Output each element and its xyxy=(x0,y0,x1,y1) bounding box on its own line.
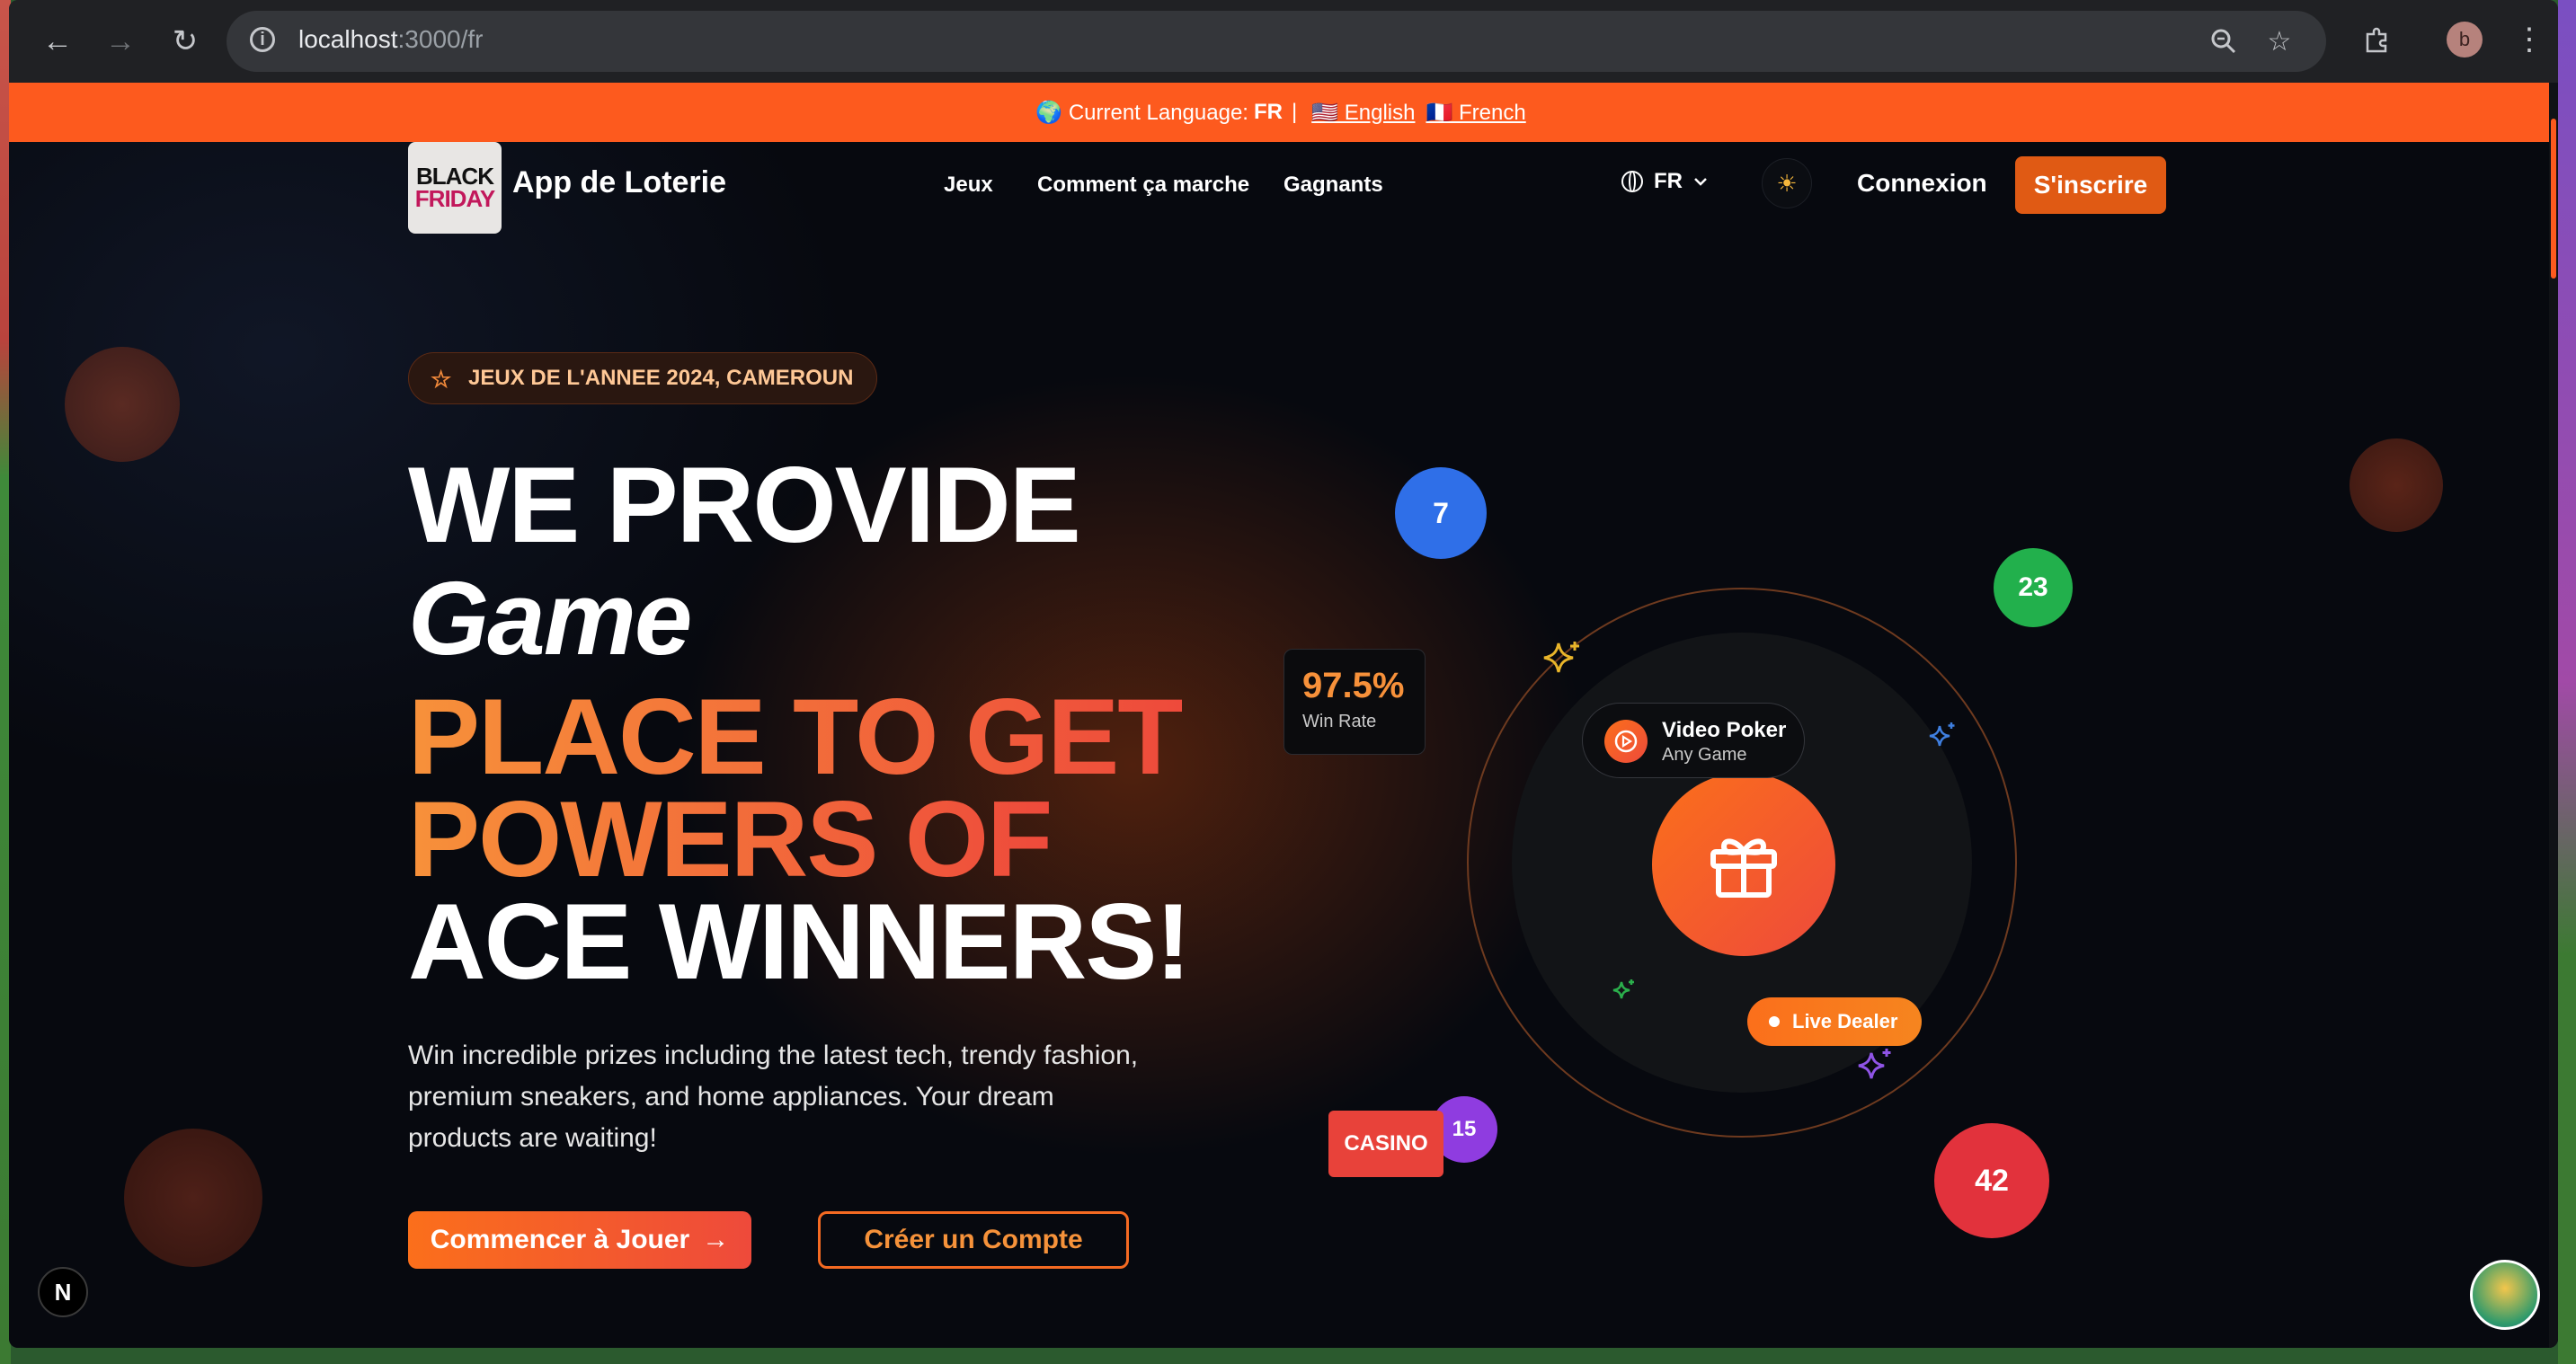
hero-title-line-5: ACE WINNERS! xyxy=(408,881,1191,1002)
forward-arrow-icon[interactable]: → xyxy=(95,16,146,66)
gift-icon xyxy=(1710,838,1777,898)
play-icon xyxy=(1604,720,1648,763)
lottery-ball-42: 42 xyxy=(1934,1123,2049,1238)
lottery-ball-7: 7 xyxy=(1395,467,1487,559)
sun-icon: ☀ xyxy=(1776,169,1798,197)
zoom-icon[interactable] xyxy=(2206,23,2242,59)
french-link[interactable]: 🇫🇷 French xyxy=(1426,100,1525,126)
star-icon: ☆ xyxy=(431,366,452,393)
sparkle-icon xyxy=(1543,642,1579,673)
browser-window: ← → ↻ i localhost:3000/fr ☆ b ⋮ 🌍 Curren… xyxy=(9,0,2558,1348)
web-page: 🌍 Current Language: FR | 🇺🇸 English 🇫🇷 F… xyxy=(9,83,2558,1348)
extensions-puzzle-icon[interactable] xyxy=(2357,20,2396,59)
current-language: FR xyxy=(1253,100,1283,124)
browser-menu-icon[interactable]: ⋮ xyxy=(2511,18,2547,61)
url-host: localhost xyxy=(298,25,398,53)
video-poker-subtitle: Any Game xyxy=(1662,745,1747,765)
live-dealer-label: Live Dealer xyxy=(1792,1010,1898,1032)
nav-link-how-it-works[interactable]: Comment ça marche xyxy=(1037,173,1249,198)
theme-toggle-button[interactable]: ☀ xyxy=(1762,158,1812,208)
language-bar-prefix: 🌍 Current Language: xyxy=(1035,100,1248,125)
nav-link-winners[interactable]: Gagnants xyxy=(1284,173,1383,198)
login-link[interactable]: Connexion xyxy=(1857,169,1987,198)
logo-text-friday: FRIDAY xyxy=(414,185,495,212)
win-rate-card: 97.5% Win Rate xyxy=(1284,649,1426,755)
lottery-ball-23: 23 xyxy=(1994,548,2073,627)
scrollbar-thumb[interactable] xyxy=(2551,119,2556,279)
video-poker-title: Video Poker xyxy=(1662,718,1787,742)
reload-icon[interactable]: ↻ xyxy=(160,16,210,66)
arrow-right-icon: → xyxy=(702,1225,730,1254)
nextjs-dev-badge[interactable]: N xyxy=(38,1267,88,1317)
language-selector[interactable]: FR xyxy=(1621,169,1708,194)
decorative-orb xyxy=(2349,438,2443,532)
award-badge: ☆ JEUX DE L'ANNEE 2024, CAMEROUN xyxy=(408,352,878,404)
sparkle-icon xyxy=(1612,979,1634,999)
start-playing-label: Commencer à Jouer xyxy=(430,1225,690,1254)
url-text[interactable]: localhost:3000/fr xyxy=(298,25,483,54)
bookmark-star-icon[interactable]: ☆ xyxy=(2261,23,2297,59)
gift-button[interactable] xyxy=(1652,773,1835,956)
desktop-wallpaper-right xyxy=(2558,0,2576,1364)
hero-title-line-4: POWERS OF xyxy=(408,779,1053,899)
english-link[interactable]: 🇺🇸 English xyxy=(1311,100,1415,126)
address-bar[interactable]: i localhost:3000/fr ☆ xyxy=(227,11,2326,72)
chevron-down-icon xyxy=(1694,178,1707,186)
award-badge-text: JEUX DE L'ANNEE 2024, CAMEROUN xyxy=(468,366,854,390)
decorative-orb xyxy=(124,1129,262,1267)
hero-title-line-3: PLACE TO GET xyxy=(408,677,1184,797)
casino-tag: CASINO xyxy=(1328,1111,1443,1177)
win-rate-label: Win Rate xyxy=(1302,712,1377,731)
start-playing-button[interactable]: Commencer à Jouer → xyxy=(408,1211,751,1269)
back-arrow-icon[interactable]: ← xyxy=(32,16,83,66)
nav-link-jeux[interactable]: Jeux xyxy=(944,173,993,198)
logo[interactable]: BLACK FRIDAY xyxy=(408,142,502,234)
language-separator: | xyxy=(1291,100,1298,124)
site-info-icon[interactable]: i xyxy=(250,27,275,52)
brand-name[interactable]: App de Loterie xyxy=(512,165,726,200)
globe-icon xyxy=(1621,171,1643,192)
live-dealer-badge: Live Dealer xyxy=(1747,997,1922,1046)
sparkle-icon xyxy=(1929,722,1955,747)
profile-avatar[interactable]: b xyxy=(2447,22,2483,58)
sparkle-icon xyxy=(1858,1049,1891,1079)
hero-description: Win incredible prizes including the late… xyxy=(408,1041,1139,1153)
browser-toolbar: ← → ↻ i localhost:3000/fr ☆ b ⋮ xyxy=(9,0,2558,83)
url-path: :3000/fr xyxy=(397,25,484,53)
hero-title-line-2: Game xyxy=(408,560,692,677)
hero-title-line-1: WE PROVIDE xyxy=(408,445,1081,565)
live-dot-icon xyxy=(1769,1016,1780,1027)
decorative-orb xyxy=(65,347,180,462)
language-selector-label: FR xyxy=(1654,169,1683,193)
win-rate-value: 97.5% xyxy=(1302,666,1405,705)
language-bar: 🌍 Current Language: FR | 🇺🇸 English 🇫🇷 F… xyxy=(9,83,2558,142)
video-poker-chip[interactable]: Video Poker Any Game xyxy=(1582,703,1805,778)
create-account-button[interactable]: Créer un Compte xyxy=(818,1211,1129,1269)
signup-button[interactable]: S'inscrire xyxy=(2015,156,2166,214)
chat-support-avatar[interactable] xyxy=(2470,1260,2540,1330)
